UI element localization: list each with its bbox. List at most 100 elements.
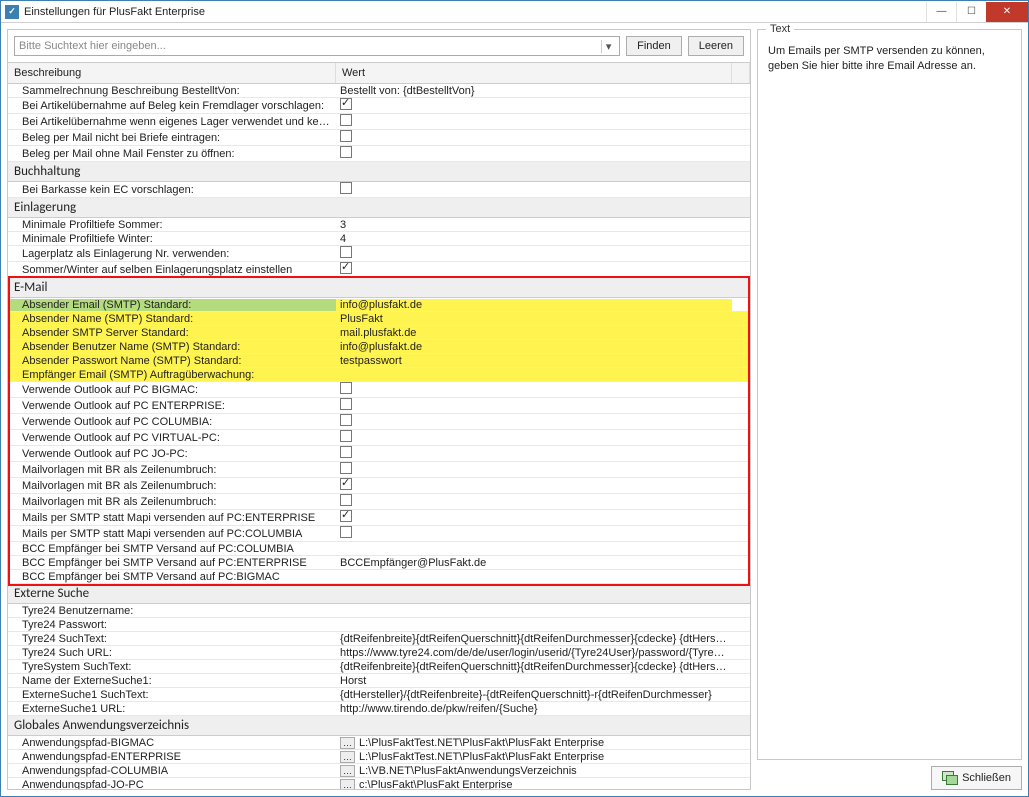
table-row[interactable]: Tyre24 SuchText:{dtReifenbreite}{dtReife… [8,632,750,646]
checkbox[interactable] [340,98,352,110]
row-val[interactable] [336,246,732,261]
table-row[interactable]: Tyre24 Such URL:https://www.tyre24.com/d… [8,646,750,660]
table-row[interactable]: Absender SMTP Server Standard:mail.plusf… [8,326,750,340]
table-row[interactable]: Verwende Outlook auf PC ENTERPRISE: [8,398,750,414]
search-input[interactable]: Bitte Suchtext hier eingeben... ▾ [14,36,620,56]
checkbox[interactable] [340,182,352,194]
row-val[interactable] [336,398,732,413]
table-row[interactable]: Absender Benutzer Name (SMTP) Standard:i… [8,340,750,354]
table-row[interactable]: Verwende Outlook auf PC VIRTUAL-PC: [8,430,750,446]
table-row[interactable]: Empfänger Email (SMTP) Auftragüberwachun… [8,368,750,382]
checkbox[interactable] [340,478,352,490]
row-val[interactable]: info@plusfakt.de [336,341,732,353]
row-val[interactable] [336,98,732,113]
table-row[interactable]: Absender Email (SMTP) Standard:info@plus… [8,298,750,312]
checkbox[interactable] [340,526,352,538]
chevron-down-icon[interactable]: ▾ [601,40,615,53]
row-val[interactable] [336,414,732,429]
clear-button[interactable]: Leeren [688,36,744,56]
row-val[interactable]: PlusFakt [336,313,732,325]
checkbox[interactable] [340,510,352,522]
row-val[interactable]: {dtReifenbreite}{dtReifenQuerschnitt}{dt… [336,661,732,673]
row-val[interactable] [336,478,732,493]
table-row[interactable]: Beleg per Mail nicht bei Briefe eintrage… [8,130,750,146]
table-row[interactable]: Mailvorlagen mit BR als Zeilenumbruch: [8,478,750,494]
row-val[interactable] [336,462,732,477]
row-val[interactable] [336,430,732,445]
checkbox[interactable] [340,246,352,258]
group-header[interactable]: Globales Anwendungsverzeichnis [8,716,750,736]
table-row[interactable]: Mails per SMTP statt Mapi versenden auf … [8,510,750,526]
table-row[interactable]: Verwende Outlook auf PC BIGMAC: [8,382,750,398]
checkbox[interactable] [340,130,352,142]
row-val[interactable]: BCCEmpfänger@PlusFakt.de [336,557,732,569]
row-val[interactable]: info@plusfakt.de [336,299,732,311]
row-val[interactable]: 4 [336,233,732,245]
row-val[interactable]: 3 [336,219,732,231]
checkbox[interactable] [340,262,352,274]
table-row[interactable]: Minimale Profiltiefe Winter:4 [8,232,750,246]
group-header[interactable]: E-Mail [8,278,750,298]
checkbox[interactable] [340,462,352,474]
row-val[interactable] [336,494,732,509]
find-button[interactable]: Finden [626,36,682,56]
row-val[interactable]: Bestellt von: {dtBestelltVon} [336,85,732,97]
row-val[interactable] [336,526,732,541]
table-row[interactable]: Bei Artikelübernahme wenn eigenes Lager … [8,114,750,130]
checkbox[interactable] [340,446,352,458]
table-row[interactable]: Beleg per Mail ohne Mail Fenster zu öffn… [8,146,750,162]
table-row[interactable]: Bei Artikelübernahme auf Beleg kein Frem… [8,98,750,114]
row-val[interactable] [336,382,732,397]
table-row[interactable]: Anwendungspfad-COLUMBIA…L:\VB.NET\PlusFa… [8,764,750,778]
table-row[interactable]: BCC Empfänger bei SMTP Versand auf PC:CO… [8,542,750,556]
row-val[interactable] [336,262,732,277]
browse-button[interactable]: … [340,737,355,749]
table-row[interactable]: Mailvorlagen mit BR als Zeilenumbruch: [8,462,750,478]
table-row[interactable]: Absender Passwort Name (SMTP) Standard:t… [8,354,750,368]
row-val[interactable]: testpasswort [336,355,732,367]
row-val[interactable]: http://www.tirendo.de/pkw/reifen/{Suche} [336,703,732,715]
row-val[interactable] [336,510,732,525]
row-val[interactable] [336,446,732,461]
checkbox[interactable] [340,494,352,506]
table-row[interactable]: ExterneSuche1 URL:http://www.tirendo.de/… [8,702,750,716]
browse-button[interactable]: … [340,765,355,777]
col-val-header[interactable]: Wert [336,63,732,83]
minimize-button[interactable]: — [926,2,956,22]
checkbox[interactable] [340,414,352,426]
table-row[interactable]: Tyre24 Passwort: [8,618,750,632]
table-row[interactable]: Anwendungspfad-JO-PC…c:\PlusFakt\PlusFak… [8,778,750,789]
checkbox[interactable] [340,114,352,126]
group-header[interactable]: Buchhaltung [8,162,750,182]
table-row[interactable]: Verwende Outlook auf PC COLUMBIA: [8,414,750,430]
table-row[interactable]: Minimale Profiltiefe Sommer:3 [8,218,750,232]
table-row[interactable]: Lagerplatz als Einlagerung Nr. verwenden… [8,246,750,262]
table-row[interactable]: Anwendungspfad-BIGMAC…L:\PlusFaktTest.NE… [8,736,750,750]
group-header[interactable]: Externe Suche [8,584,750,604]
table-row[interactable]: BCC Empfänger bei SMTP Versand auf PC:EN… [8,556,750,570]
close-window-button[interactable]: ✕ [986,2,1028,22]
row-val[interactable]: {dtHersteller}/{dtReifenbreite}-{dtReife… [336,689,732,701]
grid-body[interactable]: Sammelrechnung Beschreibung BestelltVon:… [8,84,750,789]
table-row[interactable]: Absender Name (SMTP) Standard:PlusFakt [8,312,750,326]
close-button[interactable]: Schließen [931,766,1022,790]
row-val[interactable]: …L:\VB.NET\PlusFaktAnwendungsVerzeichnis [336,765,732,777]
browse-button[interactable]: … [340,751,355,763]
row-val[interactable] [336,130,732,145]
table-row[interactable]: Bei Barkasse kein EC vorschlagen: [8,182,750,198]
checkbox[interactable] [340,398,352,410]
table-row[interactable]: Verwende Outlook auf PC JO-PC: [8,446,750,462]
checkbox[interactable] [340,382,352,394]
checkbox[interactable] [340,430,352,442]
table-row[interactable]: Mails per SMTP statt Mapi versenden auf … [8,526,750,542]
table-row[interactable]: ExterneSuche1 SuchText:{dtHersteller}/{d… [8,688,750,702]
table-row[interactable]: BCC Empfänger bei SMTP Versand auf PC:BI… [8,570,750,584]
row-val[interactable] [336,114,732,129]
group-header[interactable]: Einlagerung [8,198,750,218]
table-row[interactable]: Anwendungspfad-ENTERPRISE…L:\PlusFaktTes… [8,750,750,764]
row-val[interactable]: {dtReifenbreite}{dtReifenQuerschnitt}{dt… [336,633,732,645]
row-val[interactable] [336,182,732,197]
table-row[interactable]: Sammelrechnung Beschreibung BestelltVon:… [8,84,750,98]
row-val[interactable]: mail.plusfakt.de [336,327,732,339]
maximize-button[interactable]: ☐ [956,2,986,22]
